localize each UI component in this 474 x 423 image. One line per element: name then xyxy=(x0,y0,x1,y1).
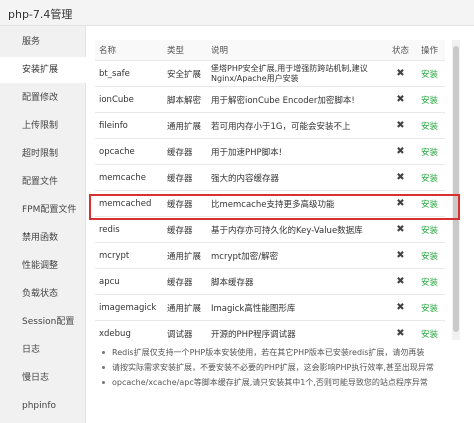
sidebar-item-config-file[interactable]: 配置文件 xyxy=(0,169,86,195)
table-header-row: 名称 类型 说明 状态 操作 xyxy=(95,40,445,61)
table-row: fileinfo 通用扩展 若可用内存小于1G，可能会安装不上 ✖ 安装 xyxy=(95,112,445,139)
ext-type: 缓存器 xyxy=(163,164,207,191)
sidebar-item-performance-tuning[interactable]: 性能调整 xyxy=(0,253,86,279)
not-installed-icon: ✖ xyxy=(387,112,414,139)
ext-type: 通用扩展 xyxy=(163,294,207,321)
ext-name: memcached xyxy=(95,190,163,217)
not-installed-icon: ✖ xyxy=(387,268,414,295)
ext-type: 缓存器 xyxy=(163,216,207,243)
table-row: memcached 缓存器 比memcache支持更多高级功能 ✖ 安装 xyxy=(95,190,445,217)
ext-name: xdebug xyxy=(95,320,163,340)
ext-description: mcrypt加密/解密 xyxy=(207,242,387,269)
sidebar-item-load-status[interactable]: 负载状态 xyxy=(0,281,86,307)
ext-name: fileinfo xyxy=(95,112,163,139)
ext-description: 脚本缓存器 xyxy=(207,268,387,295)
ext-type: 通用扩展 xyxy=(163,112,207,139)
ext-type: 脚本解密 xyxy=(163,86,207,113)
note-item: opcache/xcache/apc等脚本缓存扩展,请只安装其中1个,否则可能导… xyxy=(102,375,474,390)
ext-name: apcu xyxy=(95,268,163,295)
sidebar-item-session-config[interactable]: Session配置 xyxy=(0,309,86,335)
table-row: imagemagick 通用扩展 Imagick高性能图形库 ✖ 安装 xyxy=(95,294,445,321)
ext-type: 缓存器 xyxy=(163,268,207,295)
not-installed-icon: ✖ xyxy=(387,86,414,113)
install-button[interactable]: 安装 xyxy=(414,268,445,295)
not-installed-icon: ✖ xyxy=(387,216,414,243)
sidebar-item-timeout-limit[interactable]: 超时限制 xyxy=(0,141,86,167)
sidebar-item-slow-log[interactable]: 慢日志 xyxy=(0,365,86,391)
sidebar-item-config-edit[interactable]: 配置修改 xyxy=(0,85,86,111)
table-row: redis 缓存器 基于内存亦可持久化的Key-Value数据库 ✖ 安装 xyxy=(95,216,445,243)
sidebar-item-upload-limit[interactable]: 上传限制 xyxy=(0,113,86,139)
ext-name: memcache xyxy=(95,164,163,191)
table-scrollbar[interactable] xyxy=(452,40,460,340)
not-installed-icon: ✖ xyxy=(387,60,414,87)
install-button[interactable]: 安装 xyxy=(414,112,445,139)
window-title: php-7.4管理 xyxy=(8,8,73,21)
table-row: mcrypt 通用扩展 mcrypt加密/解密 ✖ 安装 xyxy=(95,242,445,269)
ext-description: 用于解密ionCube Encoder加密脚本! xyxy=(207,86,387,113)
table-row: xdebug 调试器 开源的PHP程序调试器 ✖ 安装 xyxy=(95,320,445,340)
ext-name: mcrypt xyxy=(95,242,163,269)
header-name: 名称 xyxy=(95,40,163,61)
ext-type: 安全扩展 xyxy=(163,60,207,87)
not-installed-icon: ✖ xyxy=(387,164,414,191)
ext-description: Imagick高性能图形库 xyxy=(207,294,387,321)
ext-description: 若可用内存小于1G，可能会安装不上 xyxy=(207,112,387,139)
install-button[interactable]: 安装 xyxy=(414,190,445,217)
ext-name: imagemagick xyxy=(95,294,163,321)
table-row: bt_safe 安全扩展 堡塔PHP安全扩展,用于增强防跨站机制,建议Nginx… xyxy=(95,60,445,87)
not-installed-icon: ✖ xyxy=(387,190,414,217)
ext-type: 缓存器 xyxy=(163,190,207,217)
not-installed-icon: ✖ xyxy=(387,138,414,165)
table-row: ionCube 脚本解密 用于解密ionCube Encoder加密脚本! ✖ … xyxy=(95,86,445,113)
install-button[interactable]: 安装 xyxy=(414,294,445,321)
notes-list: Redis扩展仅支持一个PHP版本安装使用，若在其它PHP版本已安装redis扩… xyxy=(102,345,474,390)
not-installed-icon: ✖ xyxy=(387,320,414,340)
table-row: opcache 缓存器 用于加速PHP脚本! ✖ 安装 xyxy=(95,138,445,165)
note-item: 请按实际需求安装扩展，不要安装不必要的PHP扩展，这会影响PHP执行效率,甚至出… xyxy=(102,360,474,375)
install-button[interactable]: 安装 xyxy=(414,60,445,87)
ext-type: 缓存器 xyxy=(163,138,207,165)
not-installed-icon: ✖ xyxy=(387,294,414,321)
install-button[interactable]: 安装 xyxy=(414,86,445,113)
ext-name: redis xyxy=(95,216,163,243)
header-status: 状态 xyxy=(387,40,414,61)
sidebar-item-fpm-config-file[interactable]: FPM配置文件 xyxy=(0,197,86,223)
note-item: Redis扩展仅支持一个PHP版本安装使用，若在其它PHP版本已安装redis扩… xyxy=(102,345,474,360)
header-description: 说明 xyxy=(207,40,387,61)
install-button[interactable]: 安装 xyxy=(414,242,445,269)
sidebar-item-phpinfo[interactable]: phpinfo xyxy=(0,393,86,419)
ext-name: bt_safe xyxy=(95,60,163,87)
sidebar-item-log[interactable]: 日志 xyxy=(0,337,86,363)
extensions-table: 名称 类型 说明 状态 操作 bt_safe 安全扩展 堡塔PHP安全扩展,用于… xyxy=(95,40,445,340)
install-button[interactable]: 安装 xyxy=(414,216,445,243)
sidebar-item-install-extensions[interactable]: 安装扩展 xyxy=(0,57,86,83)
install-button[interactable]: 安装 xyxy=(414,164,445,191)
ext-description: 用于加速PHP脚本! xyxy=(207,138,387,165)
table-row: apcu 缓存器 脚本缓存器 ✖ 安装 xyxy=(95,268,445,295)
header-type: 类型 xyxy=(163,40,207,61)
sidebar: 服务 安装扩展 配置修改 上传限制 超时限制 配置文件 FPM配置文件 禁用函数… xyxy=(0,26,86,423)
ext-description: 开源的PHP程序调试器 xyxy=(207,320,387,340)
ext-name: opcache xyxy=(95,138,163,165)
ext-description: 强大的内容缓存器 xyxy=(207,164,387,191)
install-button[interactable]: 安装 xyxy=(414,320,445,340)
header-operation: 操作 xyxy=(414,40,445,61)
table-row: memcache 缓存器 强大的内容缓存器 ✖ 安装 xyxy=(95,164,445,191)
ext-description: 基于内存亦可持久化的Key-Value数据库 xyxy=(207,216,387,243)
sidebar-item-service[interactable]: 服务 xyxy=(0,29,86,55)
install-button[interactable]: 安装 xyxy=(414,138,445,165)
scrollbar-thumb[interactable] xyxy=(453,46,459,332)
ext-description: 堡塔PHP安全扩展,用于增强防跨站机制,建议Nginx/Apache用户安装 xyxy=(207,60,387,87)
window-titlebar: php-7.4管理 xyxy=(0,0,474,26)
not-installed-icon: ✖ xyxy=(387,242,414,269)
ext-type: 通用扩展 xyxy=(163,242,207,269)
ext-description: 比memcache支持更多高级功能 xyxy=(207,190,387,217)
ext-type: 调试器 xyxy=(163,320,207,340)
ext-name: ionCube xyxy=(95,86,163,113)
sidebar-item-disabled-functions[interactable]: 禁用函数 xyxy=(0,225,86,251)
